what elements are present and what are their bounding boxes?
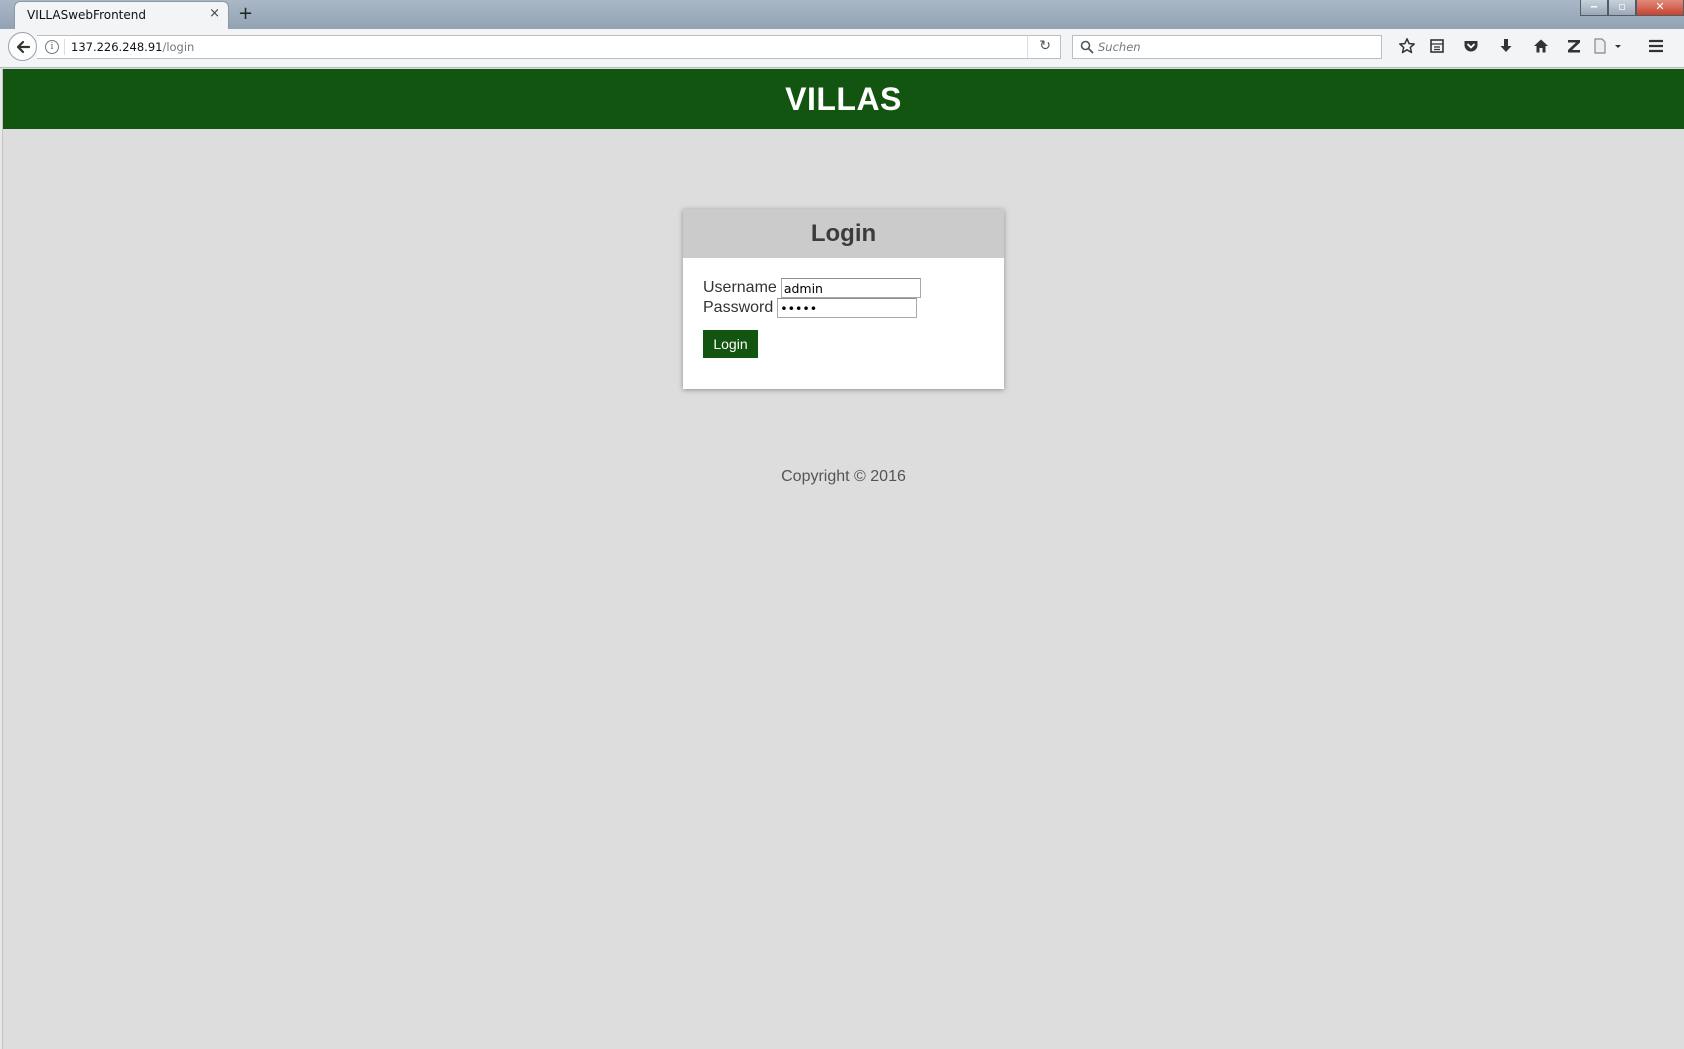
address-bar[interactable]: i 137.226.248.91/login ↻: [37, 35, 1061, 59]
url-path: /login: [162, 40, 195, 54]
url-host: 137.226.248.91: [71, 40, 163, 54]
reload-separator: [1027, 36, 1028, 58]
password-field[interactable]: [777, 298, 918, 318]
username-field[interactable]: [780, 278, 921, 298]
search-placeholder: Suchen: [1098, 40, 1141, 54]
password-row: Password: [703, 298, 984, 318]
search-icon: [1080, 40, 1094, 54]
site-header: VILLAS: [3, 69, 1684, 129]
home-icon[interactable]: [1531, 37, 1551, 57]
new-tab-icon[interactable]: +: [238, 3, 253, 24]
page-dropdown-icon[interactable]: [1612, 37, 1624, 57]
window-controls: ‒ ▫ ✕: [1580, 0, 1684, 16]
window-close-button[interactable]: ✕: [1636, 0, 1684, 16]
browser-titlebar: VILLASwebFrontend × + ‒ ▫ ✕: [0, 0, 1684, 29]
username-row: Username: [703, 278, 984, 298]
star-icon[interactable]: [1397, 37, 1417, 57]
back-button[interactable]: [8, 32, 37, 61]
browser-navbar: i 137.226.248.91/login ↻ Suchen: [0, 29, 1684, 68]
search-bar[interactable]: Suchen: [1072, 35, 1382, 59]
url-separator: [64, 39, 65, 55]
login-button[interactable]: Login: [703, 330, 758, 358]
pocket-icon[interactable]: [1461, 37, 1481, 57]
tab-close-icon[interactable]: ×: [209, 6, 220, 21]
zotero-icon[interactable]: [1564, 37, 1584, 57]
username-label: Username: [703, 279, 777, 296]
site-info-icon[interactable]: i: [45, 40, 59, 54]
page-edge: [0, 69, 3, 1049]
password-label: Password: [703, 299, 774, 316]
login-panel: Login Username Password Login: [683, 209, 1004, 389]
download-icon[interactable]: [1496, 37, 1516, 57]
reload-icon[interactable]: ↻: [1039, 38, 1051, 54]
tab-title: VILLASwebFrontend: [27, 8, 146, 22]
login-form: Username Password Login: [683, 258, 1004, 378]
login-heading: Login: [810, 220, 877, 247]
minimize-button[interactable]: ‒: [1580, 0, 1608, 16]
login-panel-header: Login: [683, 209, 1004, 258]
menu-icon[interactable]: [1646, 37, 1666, 57]
reading-list-icon[interactable]: [1427, 37, 1447, 57]
browser-tab[interactable]: VILLASwebFrontend ×: [14, 1, 229, 29]
maximize-button[interactable]: ▫: [1608, 0, 1636, 16]
footer-copyright: Copyright © 2016: [781, 468, 906, 485]
page-icon[interactable]: [1590, 37, 1610, 57]
site-title: VILLAS: [785, 81, 902, 117]
url-text: 137.226.248.91/login: [71, 40, 194, 54]
back-arrow-icon: [16, 40, 31, 54]
